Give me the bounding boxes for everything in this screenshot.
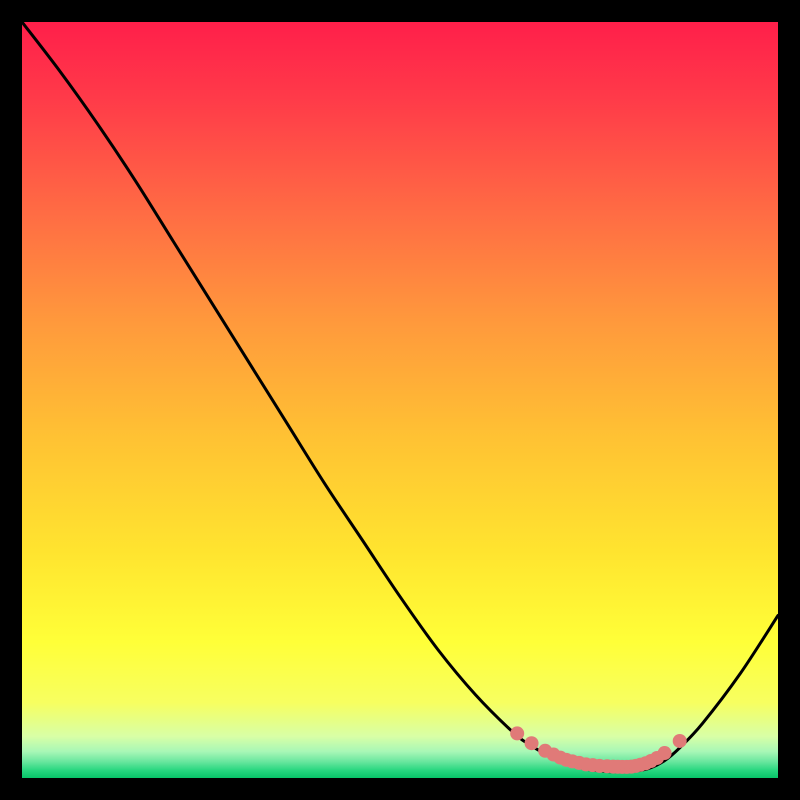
background-gradient: [22, 22, 778, 778]
plot-area: [22, 22, 778, 778]
chart-frame: TheBottlenecker.com: [22, 22, 778, 778]
